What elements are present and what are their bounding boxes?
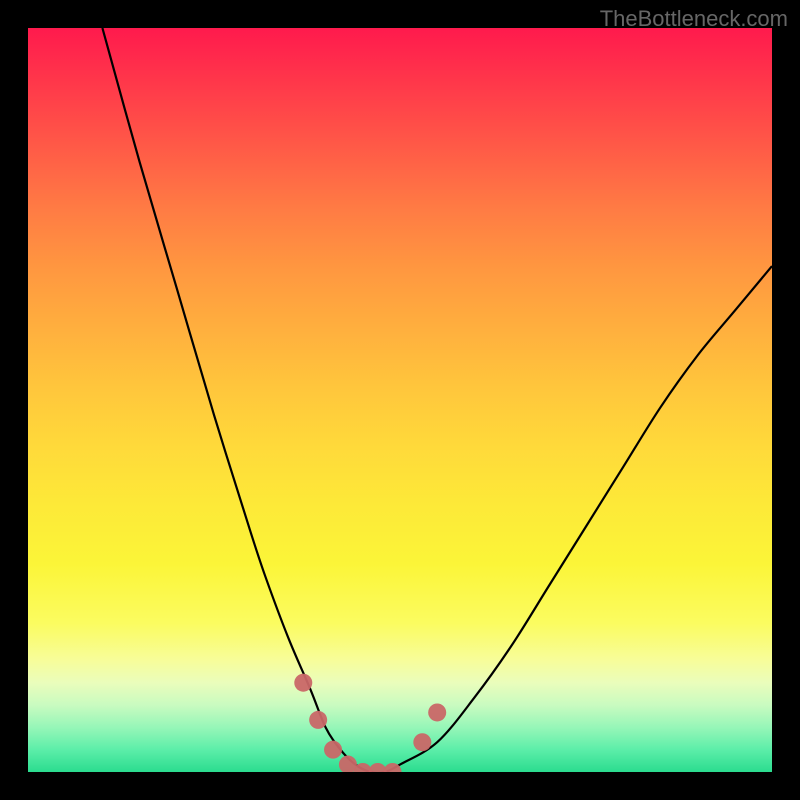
- chart-plot-area: [28, 28, 772, 772]
- heatmap-gradient-bg: [28, 28, 772, 772]
- watermark-text: TheBottleneck.com: [600, 6, 788, 32]
